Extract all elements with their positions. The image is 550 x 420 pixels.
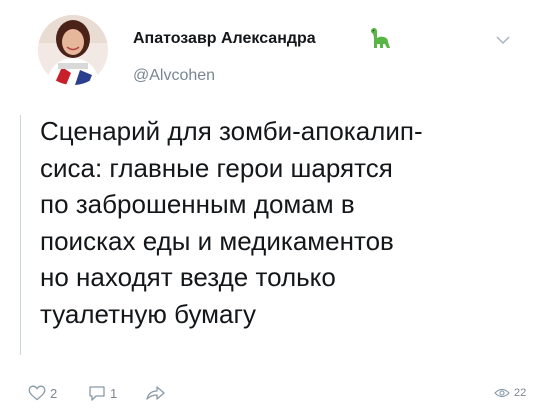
tweet-text-line: туалетную бумагу (40, 298, 256, 329)
thread-line (20, 115, 21, 355)
reply-count: 1 (110, 385, 118, 401)
reply-button[interactable]: 1 (88, 380, 117, 406)
dinosaur-icon (366, 26, 392, 50)
tweet-text-line: сиса: главные герои шарятся (40, 152, 393, 183)
tweet-card: Апатозавр Александра @Alvcohen Сценарий … (0, 0, 550, 420)
author-handle[interactable]: @Alvcohen (133, 67, 215, 85)
author-display-name[interactable]: Апатозавр Александра (133, 30, 316, 48)
avatar[interactable] (38, 15, 108, 85)
heart-icon (28, 385, 46, 401)
tweet-text-line: по заброшенным домам в (40, 189, 355, 219)
tweet-text-line: Сценарий для зомби-апокалип- (40, 116, 423, 146)
tweet-text-line: но находят везде только (40, 262, 336, 292)
like-count: 2 (50, 385, 58, 401)
like-button[interactable]: 2 (28, 380, 57, 406)
tweet-actions: 2 1 22 (0, 380, 550, 410)
share-button[interactable] (145, 380, 167, 406)
tweet-text-line: поисках еды и медикаментов (40, 225, 394, 256)
share-arrow-icon (145, 384, 167, 402)
eye-icon (494, 387, 510, 399)
view-count: 22 (514, 387, 527, 399)
tweet-text: Сценарий для зомби-апокалип- сиса: главн… (40, 113, 540, 332)
view-counter: 22 (494, 380, 526, 406)
chevron-down-icon[interactable] (495, 33, 511, 45)
comment-icon (88, 384, 106, 402)
